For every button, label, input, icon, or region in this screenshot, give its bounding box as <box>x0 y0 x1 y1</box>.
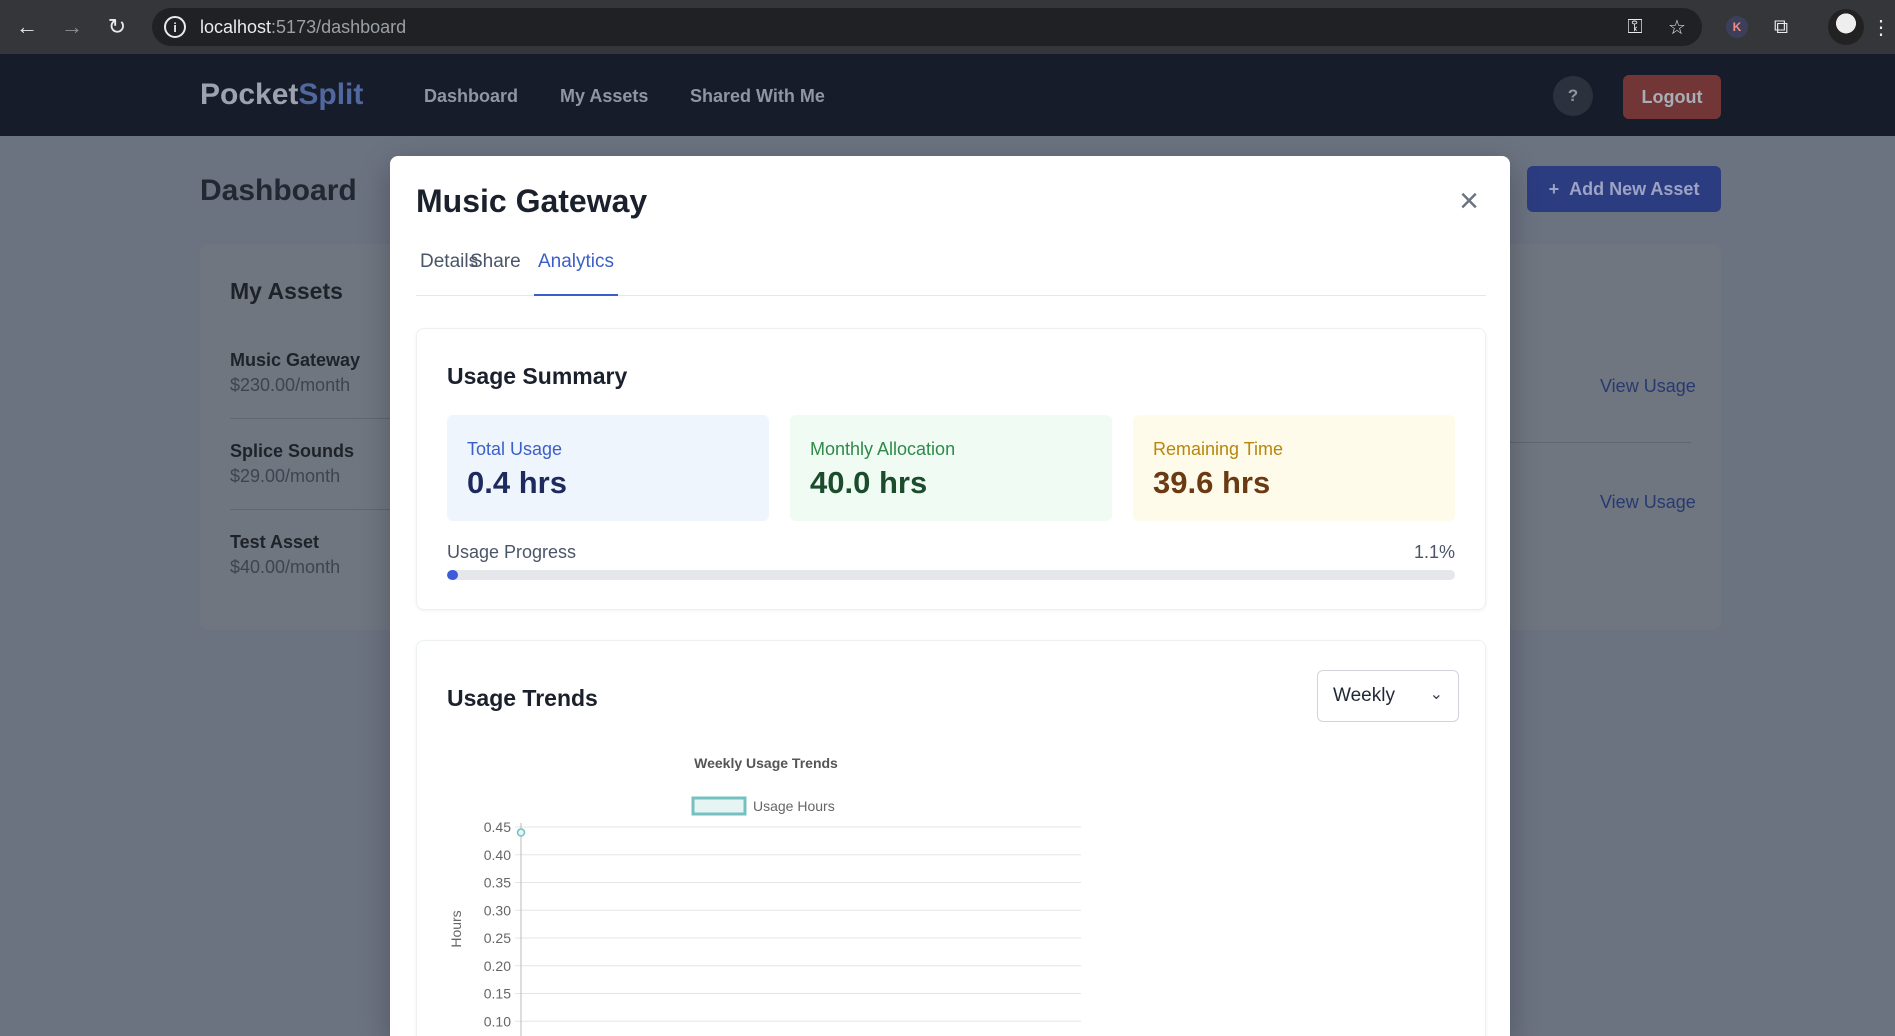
url-host: localhost <box>200 16 272 37</box>
bookmark-star-icon[interactable]: ☆ <box>1662 8 1692 46</box>
asset-name: Music Gateway <box>230 350 361 370</box>
tab-analytics[interactable]: Analytics <box>534 244 619 296</box>
usage-progress-fill <box>447 570 459 580</box>
monthly-allocation-value: 40.0 hrs <box>810 465 928 500</box>
total-usage-card: Total Usage 0.4 hrs <box>447 415 769 521</box>
asset-modal: Music Gateway × Details Share Analytics … <box>390 156 1510 1036</box>
modal-title: Music Gateway <box>416 183 648 219</box>
asset-price: $29.00/month <box>230 466 341 486</box>
view-usage-link[interactable]: View Usage <box>1600 492 1696 513</box>
tab-share[interactable]: Share <box>466 244 525 296</box>
usage-summary-panel: Usage Summary Total Usage 0.4 hrs Monthl… <box>416 328 1486 610</box>
monthly-allocation-label: Monthly Allocation <box>810 439 956 459</box>
browser-menu-icon[interactable]: ⋮ <box>1870 0 1892 54</box>
asset-price: $40.00/month <box>230 557 341 577</box>
site-info-icon[interactable]: i <box>164 16 186 38</box>
reload-icon[interactable]: ↻ <box>95 0 139 54</box>
monthly-allocation-card: Monthly Allocation 40.0 hrs <box>790 415 1112 521</box>
y-tick-label: 0.15 <box>484 986 511 1002</box>
usage-progress-percent: 1.1% <box>1413 542 1455 562</box>
help-button[interactable]: ? <box>1553 76 1593 116</box>
legend-label: Usage Hours <box>753 798 835 814</box>
y-tick-label: 0.10 <box>484 1013 511 1029</box>
browser-toolbar: ← → ↻ i localhost:5173/dashboard ⚿ ☆ K ⧉… <box>0 0 1895 54</box>
nav-link-my-assets[interactable]: My Assets <box>560 86 648 107</box>
remaining-time-value: 39.6 hrs <box>1153 465 1271 500</box>
asset-name: Test Asset <box>230 532 320 552</box>
address-bar[interactable]: i localhost:5173/dashboard ⚿ ☆ <box>152 8 1702 46</box>
data-point <box>516 828 526 837</box>
page-title: Dashboard <box>200 174 357 207</box>
asset-divider <box>1510 442 1691 443</box>
remaining-time-label: Remaining Time <box>1153 439 1284 459</box>
y-axis-label: Hours <box>448 910 464 947</box>
usage-trends-panel: Usage Trends Weekly ⌄ Weekly Usage Trend… <box>416 640 1486 1036</box>
asset-name: Splice Sounds <box>230 441 355 461</box>
brand-pocket: Pocket <box>200 78 299 111</box>
app-navbar: PocketSplit Dashboard My Assets Shared W… <box>0 54 1895 136</box>
usage-progress-bar <box>447 570 1455 580</box>
url-text: localhost:5173/dashboard <box>200 17 406 38</box>
logout-button[interactable]: Logout <box>1623 75 1721 119</box>
nav-link-dashboard[interactable]: Dashboard <box>424 86 518 107</box>
usage-summary-title: Usage Summary <box>447 363 628 389</box>
y-tick-label: 0.20 <box>484 958 511 974</box>
asset-divider <box>230 418 390 419</box>
y-tick-label: 0.30 <box>484 902 511 918</box>
add-new-asset-button[interactable]: + Add New Asset <box>1527 166 1721 212</box>
legend-swatch <box>691 796 747 816</box>
asset-item-splice-sounds[interactable]: Splice Sounds $29.00/month <box>230 441 390 487</box>
weekly-usage-chart: Weekly Usage Trends Usage Hours 0.45 0.40 0.… <box>448 755 1081 1036</box>
asset-price: $230.00/month <box>230 375 351 395</box>
url-path: :5173/dashboard <box>271 16 407 37</box>
nav-link-shared-with-me[interactable]: Shared With Me <box>690 86 825 107</box>
y-tick-label: 0.25 <box>484 930 511 946</box>
brand-split: Split <box>298 78 364 111</box>
back-icon[interactable]: ← <box>5 0 49 54</box>
brand-logo[interactable]: PocketSplit <box>200 78 363 112</box>
asset-divider <box>230 509 390 510</box>
y-tick-label: 0.35 <box>484 875 511 891</box>
y-tick-label: 0.40 <box>484 847 511 863</box>
profile-avatar[interactable] <box>1826 0 1866 54</box>
asset-item-music-gateway[interactable]: Music Gateway $230.00/month <box>230 350 390 396</box>
total-usage-label: Total Usage <box>467 439 563 459</box>
plus-icon: + <box>1548 178 1560 199</box>
profile-picture <box>1828 9 1864 45</box>
modal-tabs: Details Share Analytics <box>416 244 1486 296</box>
chart-title: Weekly Usage Trends <box>694 755 838 771</box>
extensions-puzzle-icon[interactable]: ⧉ <box>1764 0 1798 54</box>
asset-item-test-asset[interactable]: Test Asset $40.00/month <box>230 532 390 578</box>
password-key-icon[interactable]: ⚿ <box>1620 8 1650 46</box>
view-usage-link[interactable]: View Usage <box>1600 376 1696 397</box>
close-icon[interactable]: × <box>1454 184 1484 218</box>
extension-profile-icon[interactable]: K <box>1722 0 1752 54</box>
my-assets-title: My Assets <box>230 278 343 304</box>
remaining-time-card: Remaining Time 39.6 hrs <box>1133 415 1455 521</box>
usage-progress-label: Usage Progress <box>447 542 577 562</box>
add-new-asset-label: Add New Asset <box>1569 178 1700 199</box>
y-tick-label: 0.45 <box>484 819 511 835</box>
total-usage-value: 0.4 hrs <box>467 465 567 500</box>
forward-icon[interactable]: → <box>50 0 94 54</box>
extension-k-badge: K <box>1726 16 1748 38</box>
